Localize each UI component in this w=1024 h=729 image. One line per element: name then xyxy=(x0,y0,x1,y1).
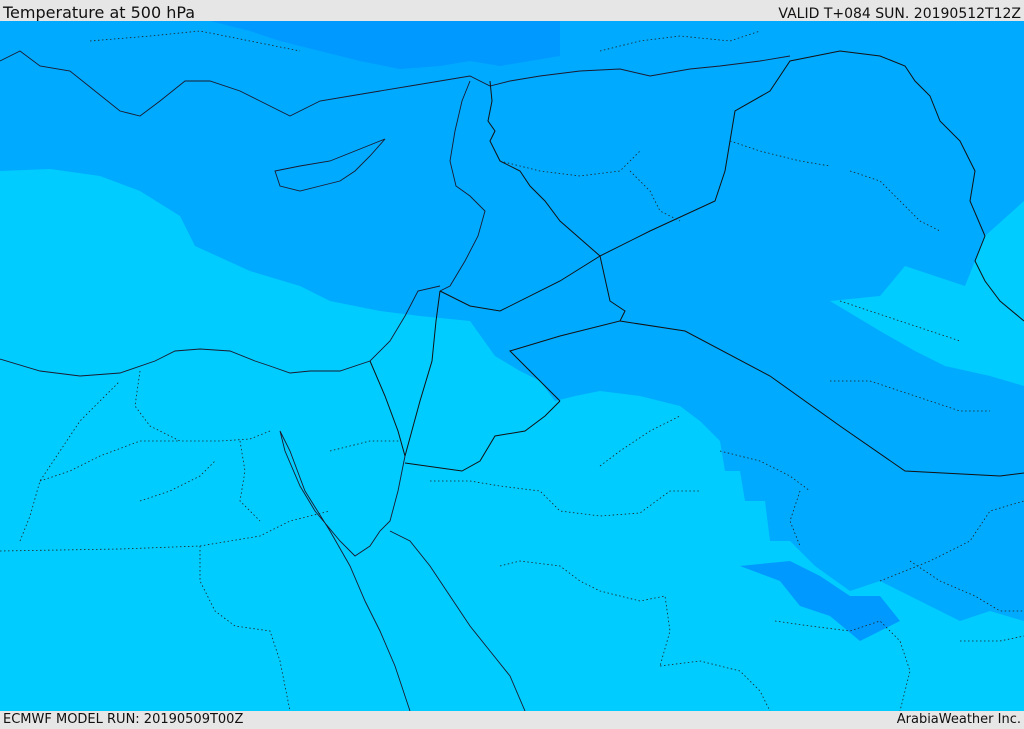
credit-text: ArabiaWeather Inc. xyxy=(896,712,1021,727)
temperature-map[interactable] xyxy=(0,21,1024,711)
header-bar: Temperature at 500 hPa VALID T+084 SUN. … xyxy=(0,0,1024,22)
model-run: ECMWF MODEL RUN: 20190509T00Z xyxy=(3,712,244,727)
map-title: Temperature at 500 hPa xyxy=(3,3,196,22)
footer-bar: ECMWF MODEL RUN: 20190509T00Z ArabiaWeat… xyxy=(0,711,1024,729)
